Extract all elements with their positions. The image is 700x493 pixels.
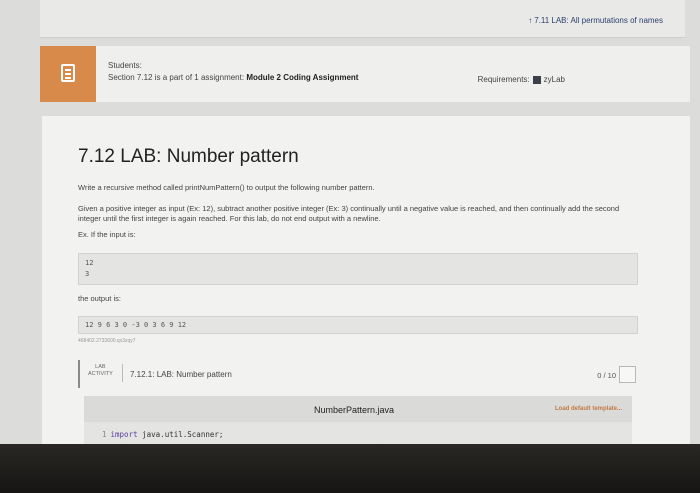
banner-text: Section 7.12 is a part of 1 assignment: … [108,73,359,82]
score-checkbox [619,366,636,383]
score: 0 / 10 [597,371,616,380]
file-name: NumberPattern.java [314,405,395,415]
activity-id: 468402.2733600.qx3zqy7 [78,338,136,344]
lab-activity-tag: LAB ACTIVITY [88,364,113,377]
assignment-name[interactable]: Module 2 Coding Assignment [246,73,358,82]
requirements: Requirements: zyLab [477,75,565,84]
lab-activity-header: LAB ACTIVITY 7.12.1: LAB: Number pattern… [78,360,638,388]
activity-name: 7.12.1: LAB: Number pattern [130,370,232,379]
code-line[interactable]: 1 import java.util.Scanner; [102,430,223,439]
divider [122,364,123,382]
banner-title: Students: [108,61,142,70]
instruction-2: Given a positive integer as input (Ex: 1… [78,204,620,223]
output-label: the output is: [78,294,121,303]
editor-header: NumberPattern.java Load default template… [84,396,632,422]
arrow-up-icon: ↑ [528,16,533,25]
load-default-template-link[interactable]: Load default template... [555,406,622,412]
page-title: 7.12 LAB: Number pattern [78,146,299,167]
example-input: 12 3 [78,253,638,285]
example-output: 12 9 6 3 0 -3 0 3 6 9 12 [78,316,638,334]
students-banner: Students: Section 7.12 is a part of 1 as… [40,46,690,102]
top-bar: ↑ 7.11 LAB: All permutations of names [40,0,685,38]
instruction-3: Ex. If the input is: [78,230,136,239]
monitor-bezel [0,444,700,493]
screen: ↑ 7.11 LAB: All permutations of names Stu… [0,0,700,493]
instruction-1: Write a recursive method called printNum… [78,183,375,192]
zylab-icon [532,75,541,84]
code-editor[interactable]: NumberPattern.java Load default template… [84,396,632,446]
book-icon [40,46,96,102]
next-section-link[interactable]: ↑ 7.11 LAB: All permutations of names [528,16,663,25]
lab-card: 7.12 LAB: Number pattern Write a recursi… [42,116,690,446]
